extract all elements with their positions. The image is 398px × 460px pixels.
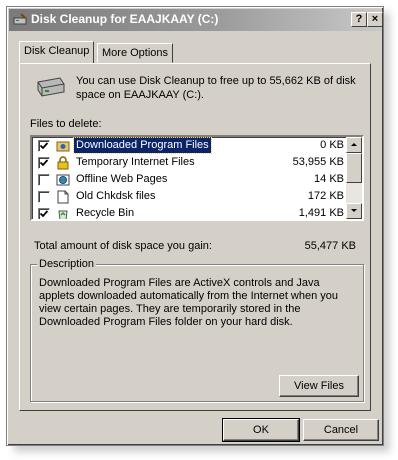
check-mark-icon (40, 210, 48, 218)
check-mark-icon (40, 159, 48, 167)
scroll-thumb[interactable] (346, 153, 362, 183)
total-label: Total amount of disk space you gain: (34, 240, 212, 252)
file-name: Old Chkdsk files (76, 190, 156, 202)
list-item-old-chkdsk-files[interactable]: Old Chkdsk files 172 KB (34, 189, 348, 206)
close-button[interactable]: × (367, 12, 383, 27)
list-scrollbar[interactable] (346, 137, 362, 219)
scroll-down-button[interactable] (346, 203, 362, 219)
file-size: 1,491 KB (298, 207, 344, 219)
arrow-up-icon (351, 143, 357, 146)
tab-label: More Options (102, 47, 169, 59)
description-group: Description Downloaded Program Files are… (30, 258, 364, 402)
program-files-icon (56, 141, 70, 152)
view-files-button[interactable]: View Files (279, 375, 359, 397)
file-name: Offline Web Pages (76, 173, 168, 185)
arrow-down-icon (351, 209, 357, 212)
checkbox[interactable] (38, 191, 50, 203)
list-item-recycle-bin[interactable]: Recycle Bin 1,491 KB (34, 206, 348, 219)
files-list[interactable]: Downloaded Program Files 0 KB Temporary … (30, 135, 364, 221)
file-name: Recycle Bin (76, 207, 135, 219)
close-icon: × (371, 13, 379, 25)
tab-disk-cleanup[interactable]: Disk Cleanup (19, 41, 95, 63)
checkbox[interactable] (38, 157, 50, 169)
tab-panel: You can use Disk Cleanup to free up to 5… (19, 63, 371, 411)
file-name: Downloaded Program Files (73, 137, 212, 154)
file-size: 14 KB (314, 173, 344, 185)
description-text: Downloaded Program Files are ActiveX con… (39, 277, 339, 328)
checkbox[interactable] (38, 140, 50, 152)
window-title: Disk Cleanup for EAAJKAAY (C:) (31, 12, 219, 26)
scroll-up-button[interactable] (346, 137, 362, 153)
help-button[interactable]: ? (351, 12, 367, 27)
disk-cleanup-dialog: Disk Cleanup for EAAJKAAY (C:) ? × Disk … (6, 6, 384, 446)
check-mark-icon (40, 142, 48, 150)
cancel-button[interactable]: Cancel (303, 419, 379, 441)
ok-button[interactable]: OK (222, 418, 300, 442)
title-bar[interactable]: Disk Cleanup for EAAJKAAY (C:) ? × (9, 9, 383, 31)
description-title: Description (37, 258, 97, 270)
list-item-downloaded-program-files[interactable]: Downloaded Program Files 0 KB (34, 137, 348, 155)
file-size: 172 KB (307, 190, 344, 202)
file-name: Temporary Internet Files (76, 156, 195, 168)
file-size: 0 KB (320, 139, 344, 151)
total-value: 55,477 KB (304, 240, 356, 252)
checkbox[interactable] (38, 208, 50, 219)
checkbox[interactable] (38, 174, 50, 186)
list-item-offline-web-pages[interactable]: Offline Web Pages 14 KB (34, 172, 348, 189)
drive-icon (37, 77, 65, 97)
intro-text: You can use Disk Cleanup to free up to 5… (76, 75, 356, 101)
tab-more-options[interactable]: More Options (97, 43, 174, 63)
disk-cleanup-icon (13, 13, 27, 25)
files-to-delete-label: Files to delete: (30, 118, 102, 130)
tab-label: Disk Cleanup (24, 45, 90, 57)
list-item-temporary-internet-files[interactable]: Temporary Internet Files 53,955 KB (34, 155, 348, 172)
file-size: 53,955 KB (292, 156, 344, 168)
document-icon (57, 190, 69, 204)
lock-icon (57, 156, 69, 170)
recycle-bin-icon (58, 210, 68, 219)
offline-pages-icon (56, 174, 70, 186)
